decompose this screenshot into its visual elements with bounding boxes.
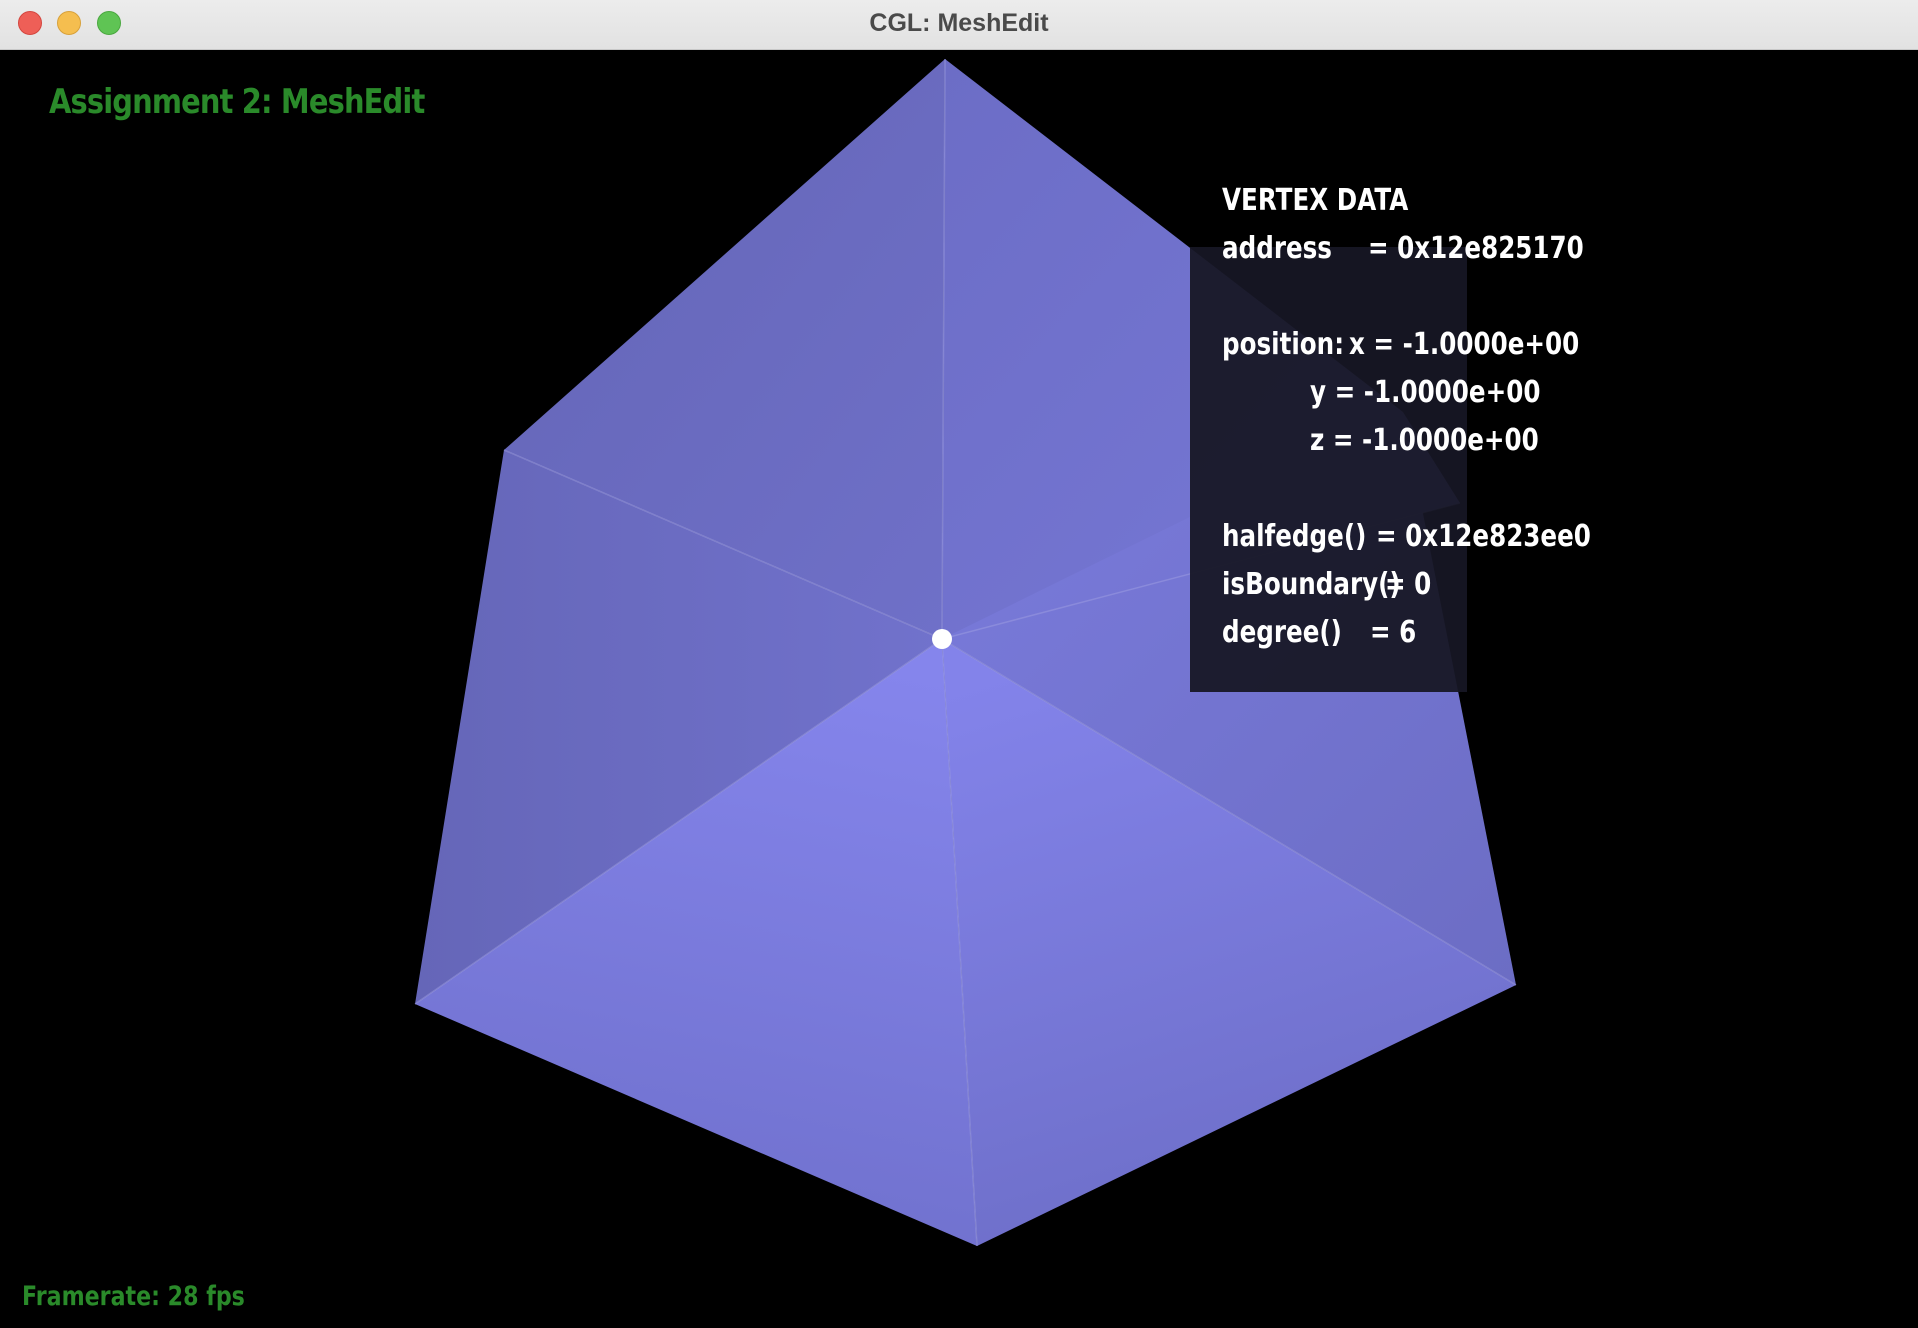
- mesh-viewport[interactable]: [2, 51, 1916, 1328]
- position-y: y = -1.0000e+00: [1310, 375, 1541, 410]
- selected-vertex[interactable]: [932, 629, 952, 649]
- app-window: CGL: MeshEdit Assignment 2: MeshEdit VER…: [0, 0, 1918, 1328]
- position-label: position:: [1222, 327, 1345, 362]
- assignment-title: Assignment 2: MeshEdit: [49, 82, 425, 122]
- is-boundary-value: = 0: [1385, 567, 1432, 602]
- vertex-data-heading: VERTEX DATA: [1222, 183, 1409, 218]
- degree-label: degree(): [1222, 615, 1342, 650]
- halfedge-label: halfedge(): [1222, 519, 1367, 554]
- position-x: x = -1.0000e+00: [1349, 327, 1580, 362]
- window-title: CGL: MeshEdit: [869, 9, 1049, 37]
- degree-value: = 6: [1370, 615, 1417, 650]
- is-boundary-label: isBoundary(): [1222, 567, 1401, 602]
- address-label: address: [1222, 231, 1332, 266]
- halfedge-value: = 0x12e823ee0: [1376, 519, 1591, 554]
- address-value: = 0x12e825170: [1368, 231, 1584, 266]
- mesh-canvas[interactable]: [2, 51, 1916, 1328]
- framerate-readout: Framerate: 28 fps: [22, 1281, 245, 1312]
- title-bar[interactable]: CGL: MeshEdit: [0, 0, 1918, 50]
- position-z: z = -1.0000e+00: [1310, 423, 1539, 458]
